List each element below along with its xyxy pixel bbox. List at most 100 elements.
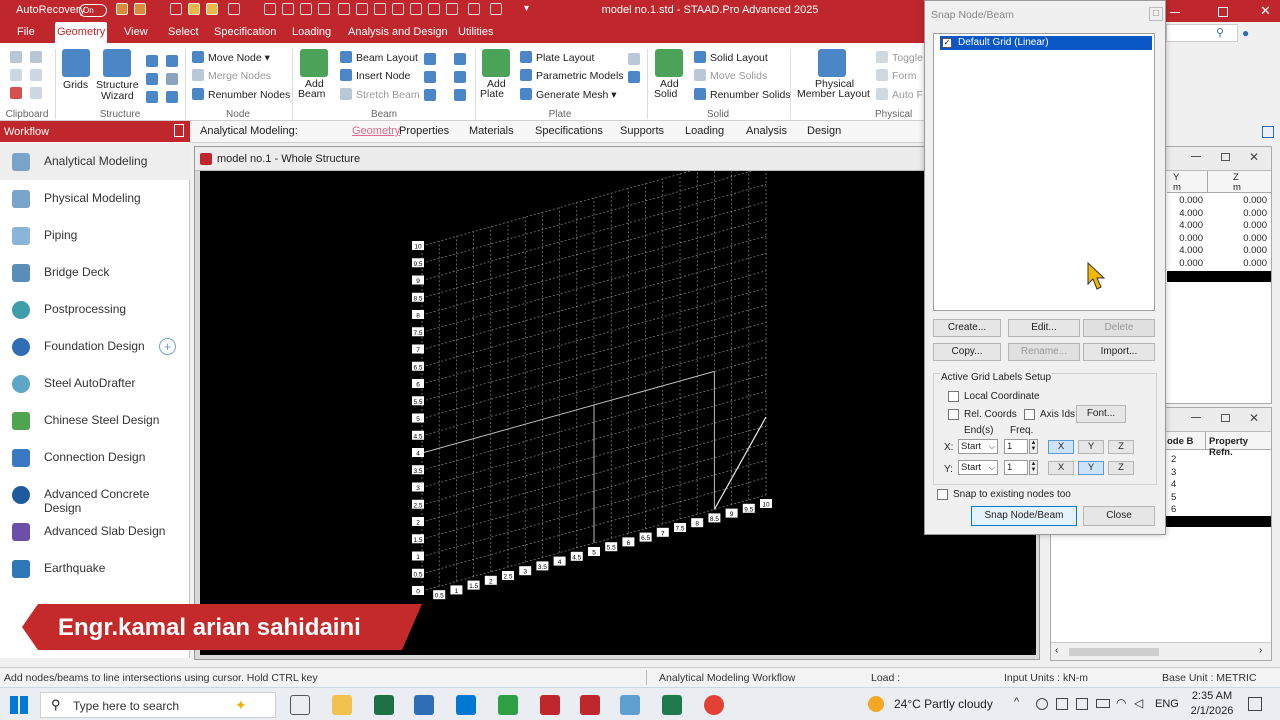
structure-tool-icon[interactable] bbox=[146, 55, 158, 67]
rotate-icon[interactable] bbox=[228, 3, 240, 15]
grids-icon[interactable] bbox=[62, 49, 90, 77]
tab-analysis-design[interactable]: Analysis and Design bbox=[346, 22, 450, 43]
grid-drawing[interactable]: 109.598.587.576.565.554.543.532.521.510.… bbox=[200, 149, 1036, 655]
table-cell[interactable]: 4.000 bbox=[1167, 245, 1203, 256]
close-button[interactable]: Close bbox=[1083, 506, 1155, 526]
table-cell[interactable]: 0.000 bbox=[1167, 233, 1203, 244]
view-top-icon[interactable] bbox=[428, 3, 440, 15]
subtab-properties[interactable]: Properties bbox=[399, 125, 449, 137]
table-cell[interactable]: 2 bbox=[1171, 454, 1176, 465]
tab-view[interactable]: View bbox=[122, 22, 150, 43]
app-icon[interactable] bbox=[414, 695, 434, 715]
plate-tool-icon[interactable] bbox=[628, 71, 640, 83]
table-cell[interactable]: 6 bbox=[1171, 504, 1176, 515]
y-freq-stepper[interactable]: ▲ ▼ bbox=[1029, 460, 1038, 475]
workflow-item-chinese-steel-design[interactable]: Chinese Steel Design bbox=[0, 402, 190, 439]
renumber-solids-button[interactable]: Renumber Solids bbox=[694, 88, 791, 101]
table-cell[interactable]: 4.000 bbox=[1167, 220, 1203, 231]
table-cell[interactable]: 5 bbox=[1171, 492, 1176, 503]
merge-nodes-button[interactable]: Merge Nodes bbox=[192, 69, 271, 82]
toggle-button[interactable]: Toggle bbox=[876, 51, 923, 64]
grid-list[interactable]: ✓ Default Grid (Linear) bbox=[933, 33, 1155, 311]
horizontal-scrollbar[interactable]: ‹ › bbox=[1051, 642, 1271, 660]
select-node-icon[interactable] bbox=[300, 3, 312, 15]
minimize-icon[interactable] bbox=[1191, 417, 1201, 418]
axis-ids-checkbox[interactable] bbox=[1024, 409, 1035, 420]
workflow-item-bridge-deck[interactable]: Bridge Deck bbox=[0, 254, 190, 291]
structure-wizard-icon[interactable] bbox=[103, 49, 131, 77]
select-beam-icon[interactable] bbox=[282, 3, 294, 15]
weather-text[interactable]: 24°C Partly cloudy bbox=[894, 697, 993, 711]
grids-button[interactable]: Grids bbox=[63, 79, 88, 91]
excel-icon[interactable] bbox=[374, 695, 394, 715]
structure-wizard-line2[interactable]: Wizard bbox=[101, 90, 134, 102]
stretch-beam-button[interactable]: Stretch Beam bbox=[340, 88, 420, 101]
snap-node-beam-button[interactable]: Snap Node/Beam bbox=[971, 506, 1077, 526]
y-axis-y-button[interactable]: Y bbox=[1078, 461, 1104, 475]
beam-tool-icon[interactable] bbox=[454, 71, 466, 83]
table-cell[interactable]: 4 bbox=[1171, 479, 1176, 490]
add-solid-line2[interactable]: Solid bbox=[654, 88, 677, 100]
app-blue-icon[interactable] bbox=[620, 695, 640, 715]
rename-button[interactable]: Rename... bbox=[1008, 343, 1080, 361]
y-freq-spinner[interactable]: 1 bbox=[1004, 460, 1028, 475]
cut-icon[interactable] bbox=[10, 51, 22, 63]
workflow-item-physical-modeling[interactable]: Physical Modeling bbox=[0, 180, 190, 217]
add-beam-icon[interactable] bbox=[300, 49, 328, 77]
structure-tool-icon[interactable] bbox=[146, 73, 158, 85]
view-left-icon[interactable] bbox=[392, 3, 404, 15]
subtab-geometry[interactable]: Geometry bbox=[352, 125, 400, 137]
file-explorer-icon[interactable] bbox=[332, 695, 352, 715]
help-search-input[interactable] bbox=[1166, 24, 1238, 42]
add-solid-icon[interactable] bbox=[655, 49, 683, 77]
beam-tool-icon[interactable] bbox=[424, 53, 436, 65]
add-plate-icon[interactable] bbox=[482, 49, 510, 77]
taskbar-search-box[interactable]: ⚲ Type here to search ✦ bbox=[40, 692, 276, 718]
workflow-item-advanced-concrete-design[interactable]: Advanced Concrete Design bbox=[0, 476, 190, 515]
user-icon[interactable]: ● bbox=[1242, 26, 1249, 40]
app-teal-icon[interactable] bbox=[662, 695, 682, 715]
maximize-icon[interactable] bbox=[1221, 414, 1230, 422]
panel-layout-icon[interactable] bbox=[1262, 126, 1274, 138]
clipboard-icon[interactable] bbox=[30, 87, 42, 99]
autorecovery-toggle[interactable]: On bbox=[79, 4, 107, 17]
tray-icon[interactable] bbox=[1056, 698, 1068, 710]
workflow-item-connection-design[interactable]: Connection Design bbox=[0, 439, 190, 476]
maximize-icon[interactable] bbox=[1221, 153, 1230, 161]
import-button[interactable]: Import... bbox=[1083, 343, 1155, 361]
app-close-icon[interactable]: ✕ bbox=[1260, 3, 1271, 19]
delete-icon[interactable] bbox=[10, 87, 22, 99]
view-3d-icon[interactable] bbox=[338, 3, 350, 15]
y-axis-z-button[interactable]: Z bbox=[1108, 461, 1134, 475]
beam-tool-icon[interactable] bbox=[424, 71, 436, 83]
beam-layout-button[interactable]: Beam Layout bbox=[340, 51, 418, 64]
zoom-icon[interactable] bbox=[468, 3, 480, 15]
insert-node-button[interactable]: Insert Node bbox=[340, 69, 410, 82]
task-view-icon[interactable] bbox=[290, 695, 310, 715]
tray-icon[interactable] bbox=[1076, 698, 1088, 710]
dialog-close-icon[interactable]: □ bbox=[1149, 7, 1163, 21]
grid-checkbox[interactable]: ✓ bbox=[942, 38, 952, 48]
battery-icon[interactable] bbox=[1096, 699, 1110, 708]
solid-layout-button[interactable]: Solid Layout bbox=[694, 51, 768, 64]
table-cell[interactable]: 0.000 bbox=[1211, 245, 1267, 256]
structure-tool-icon[interactable] bbox=[166, 73, 178, 85]
structure-tool-icon[interactable] bbox=[166, 55, 178, 67]
subtab-supports[interactable]: Supports bbox=[620, 125, 664, 137]
tab-select[interactable]: Select bbox=[166, 22, 201, 43]
x-freq-spinner[interactable]: 1 bbox=[1004, 439, 1028, 454]
chrome-icon[interactable] bbox=[704, 695, 724, 715]
x-axis-x-button[interactable]: X bbox=[1048, 440, 1074, 454]
view-bottom-icon[interactable] bbox=[446, 3, 458, 15]
table-cell[interactable]: 0.000 bbox=[1211, 220, 1267, 231]
workflow-item-piping[interactable]: Piping bbox=[0, 217, 190, 254]
language-indicator[interactable]: ENG bbox=[1155, 698, 1179, 710]
app-red-icon[interactable] bbox=[540, 695, 560, 715]
chevron-up-icon[interactable]: ^ bbox=[1014, 696, 1019, 708]
tray-icon[interactable] bbox=[1036, 698, 1048, 710]
app-maximize-icon[interactable] bbox=[1218, 7, 1228, 17]
tab-file[interactable]: File bbox=[15, 22, 37, 43]
pointer-icon[interactable] bbox=[318, 3, 330, 15]
plate-layout-button[interactable]: Plate Layout bbox=[520, 51, 594, 64]
beam-tool-icon[interactable] bbox=[454, 89, 466, 101]
